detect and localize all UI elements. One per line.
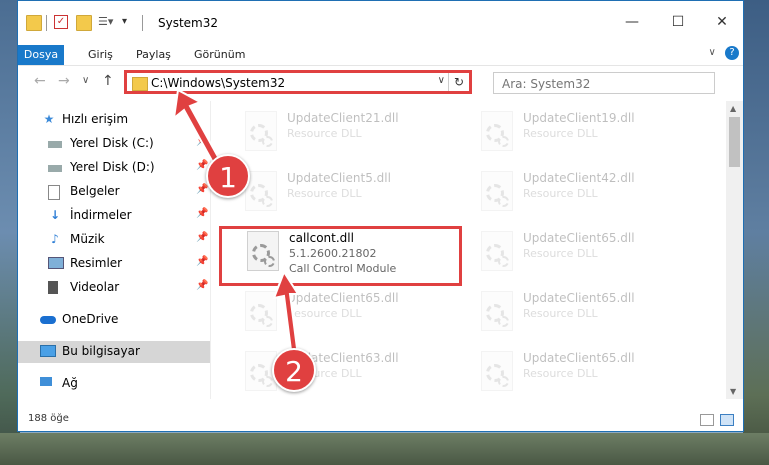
annotation-badge-1: 1 xyxy=(206,154,250,198)
annotation-arrows xyxy=(172,88,300,360)
annotation-badge-2: 2 xyxy=(272,348,316,392)
arrow-1 xyxy=(172,88,224,170)
arrow-2 xyxy=(272,269,300,360)
